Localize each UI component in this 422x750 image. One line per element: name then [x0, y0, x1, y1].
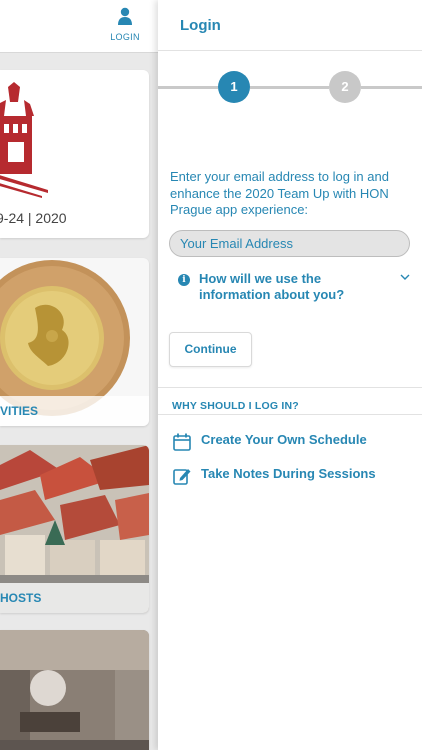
hosts-card[interactable]: HOSTS	[0, 445, 149, 613]
prague-tower-logo	[0, 82, 48, 198]
panel-header: Login	[158, 0, 422, 51]
activities-caption: VITIES	[0, 396, 149, 426]
email-field[interactable]	[169, 229, 410, 257]
edit-note-icon	[173, 468, 191, 485]
login-stepper: 1 2	[158, 51, 422, 123]
hotel-lobby-image	[0, 630, 149, 750]
background-app: LOGIN 9-24 | 2020 VITIES HOSTS	[0, 0, 158, 750]
benefit-label: Create Your Own Schedule	[201, 431, 367, 447]
info-icon: i	[178, 273, 190, 286]
hosts-caption: HOSTS	[0, 583, 149, 613]
venue-card[interactable]	[0, 630, 149, 750]
login-nav-label: LOGIN	[110, 32, 140, 42]
step-track-left	[158, 86, 218, 89]
benefit-create-schedule: Create Your Own Schedule	[172, 430, 422, 464]
why-login-label: WHY SHOULD I LOG IN?	[172, 399, 299, 412]
step-2-indicator: 2	[329, 71, 361, 103]
calendar-icon	[173, 433, 191, 451]
login-instructions: Enter your email address to log in and e…	[170, 169, 389, 217]
continue-button[interactable]: Continue	[169, 331, 252, 367]
activities-card[interactable]: VITIES	[0, 258, 149, 426]
benefit-take-notes: Take Notes During Sessions	[172, 464, 422, 498]
step-track-middle	[250, 86, 329, 89]
chevron-down-icon	[400, 274, 410, 280]
login-nav-button[interactable]: LOGIN	[108, 7, 142, 42]
event-date: 9-24 | 2020	[0, 210, 67, 226]
user-icon	[118, 7, 132, 25]
panel-title: Login	[180, 17, 221, 34]
benefits-list: Create Your Own Schedule Take Notes Duri…	[158, 430, 422, 498]
login-panel: Login 1 2 Enter your email address to lo…	[158, 0, 422, 750]
info-question: How will we use the information about yo…	[199, 270, 345, 302]
app-header: LOGIN	[0, 0, 158, 53]
step-1-indicator: 1	[218, 71, 250, 103]
step-track-right	[361, 86, 422, 89]
benefit-label: Take Notes During Sessions	[201, 465, 376, 481]
event-logo-card[interactable]: 9-24 | 2020	[0, 70, 149, 238]
info-disclosure[interactable]: i How will we use the information about …	[178, 271, 410, 311]
why-login-header: WHY SHOULD I LOG IN?	[158, 386, 422, 415]
